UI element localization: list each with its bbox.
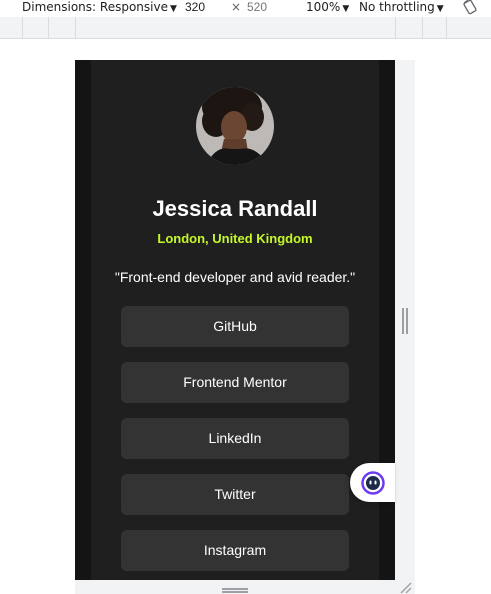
profile-name: Jessica Randall	[152, 196, 318, 221]
corner-resize-handle[interactable]	[400, 582, 412, 594]
ruler-segment[interactable]	[422, 17, 446, 38]
link-github[interactable]: GitHub	[121, 306, 349, 347]
link-instagram[interactable]: Instagram	[121, 530, 349, 571]
assistant-floating-button[interactable]	[350, 463, 395, 502]
social-links: GitHub Frontend Mentor LinkedIn Twitter …	[121, 306, 349, 580]
media-query-ruler[interactable]	[0, 17, 491, 39]
width-input[interactable]	[181, 0, 227, 14]
width-resize-handle[interactable]	[402, 308, 408, 334]
dimensions-dropdown[interactable]: Dimensions: Responsive ▼	[22, 0, 177, 16]
ruler-segment[interactable]	[446, 17, 491, 38]
chevron-down-icon: ▼	[342, 4, 350, 14]
ruler-segment[interactable]	[395, 17, 422, 38]
throttling-label: No throttling	[359, 0, 435, 14]
ruler-segment[interactable]	[48, 17, 75, 38]
device-toolbar: Dimensions: Responsive▼ × 100%▼ No throt…	[0, 0, 491, 16]
times-separator: ×	[231, 0, 242, 14]
profile-card: Jessica Randall London, United Kingdom "…	[91, 60, 379, 580]
link-linkedin[interactable]: LinkedIn	[121, 418, 349, 459]
zoom-dropdown[interactable]: 100% ▼	[306, 0, 349, 16]
chevron-down-icon: ▼	[169, 4, 177, 14]
ruler-segment[interactable]	[75, 17, 395, 38]
link-twitter[interactable]: Twitter	[121, 474, 349, 515]
chevron-down-icon: ▼	[436, 4, 444, 14]
assistant-bubble-icon	[361, 471, 385, 495]
height-resize-handle[interactable]	[222, 588, 248, 593]
avatar	[196, 87, 274, 165]
height-input[interactable]	[243, 0, 289, 14]
ruler-segment[interactable]	[22, 17, 48, 38]
emulated-page: Jessica Randall London, United Kingdom "…	[75, 60, 395, 580]
profile-location: London, United Kingdom	[157, 231, 313, 246]
zoom-label: 100%	[306, 0, 341, 14]
rotate-icon[interactable]	[462, 0, 478, 15]
dimensions-label: Dimensions: Responsive	[22, 0, 168, 14]
throttling-dropdown[interactable]: No throttling ▼	[359, 0, 444, 16]
ruler-segment[interactable]	[0, 17, 22, 38]
link-frontend-mentor[interactable]: Frontend Mentor	[121, 362, 349, 403]
profile-bio: "Front-end developer and avid reader."	[114, 269, 356, 285]
